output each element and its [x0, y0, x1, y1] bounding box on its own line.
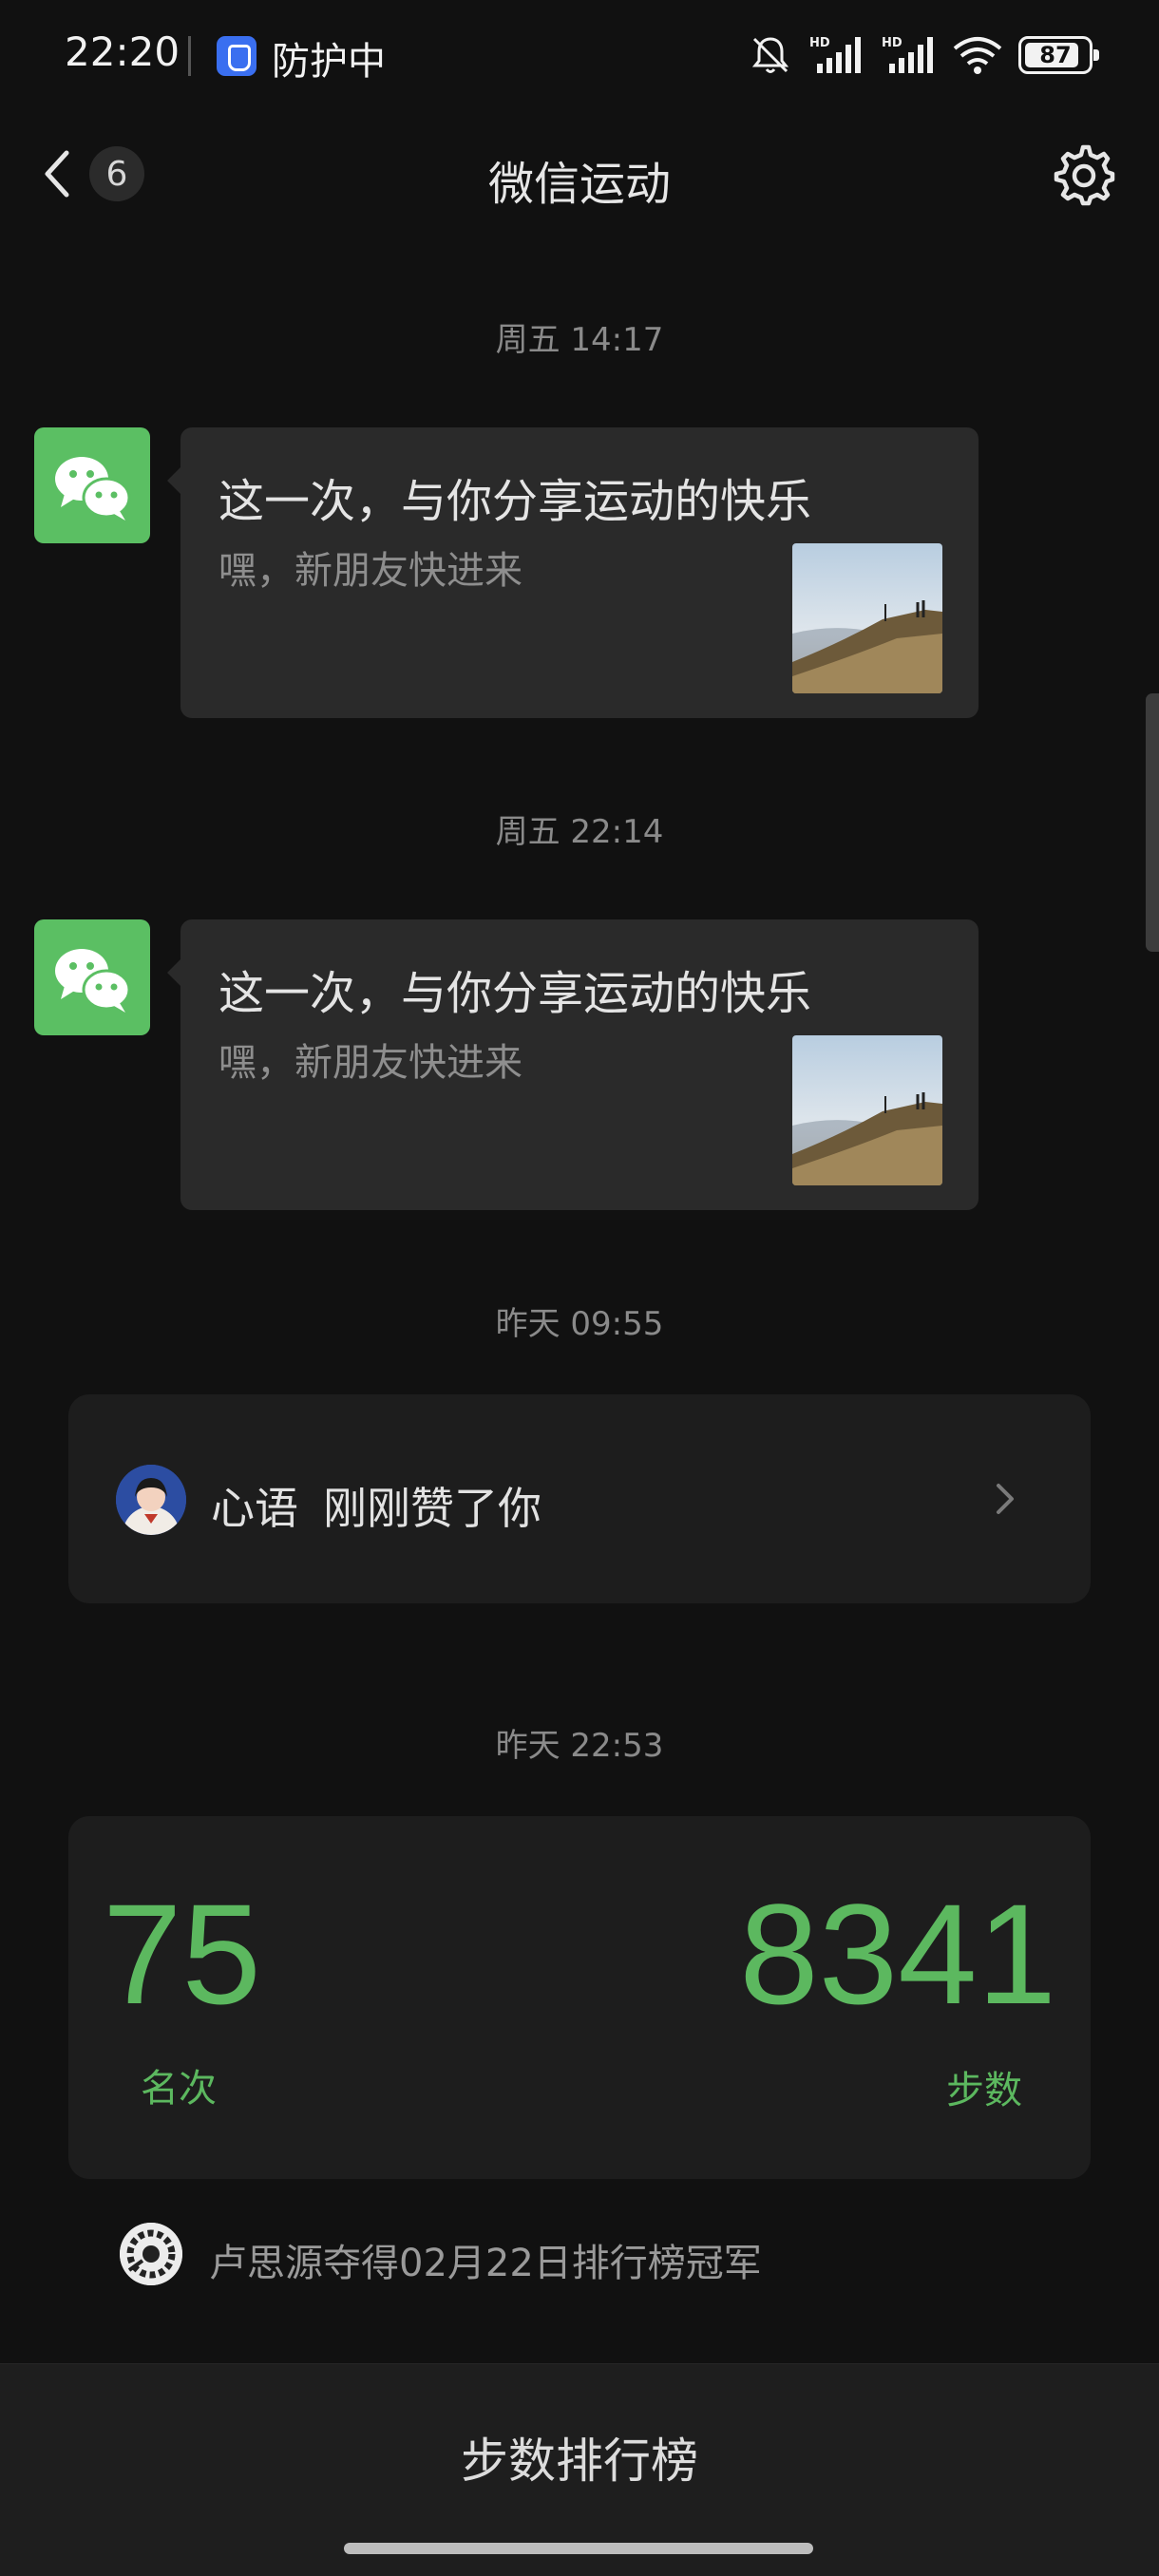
champion-row[interactable]: 卢思源夺得02月22日排行榜冠军 — [114, 2219, 1045, 2295]
steps-label: 步数 — [946, 2069, 1022, 2112]
hd-signal-icon: HD — [882, 36, 933, 73]
wechat-avatar[interactable] — [34, 427, 150, 543]
battery-level: 87 — [1039, 42, 1072, 68]
avatar — [120, 2223, 182, 2285]
rank-timestamp: 昨天 22:53 — [495, 1727, 664, 1765]
status-time: 22:20 — [65, 28, 180, 75]
message-timestamp: 周五 14:17 — [495, 321, 664, 359]
message-description: 嘿，新朋友快进来 — [218, 549, 522, 593]
champion-text: 卢思源夺得02月22日排行榜冠军 — [209, 2242, 762, 2285]
like-text: 刚刚赞了你 — [323, 1483, 542, 1534]
wechat-avatar[interactable] — [34, 919, 150, 1035]
message-title: 这一次，与你分享运动的快乐 — [218, 475, 812, 528]
page-title: 微信运动 — [487, 158, 671, 211]
step-rank-card[interactable]: 75 名次 8341 步数 — [68, 1816, 1091, 2179]
hiking-mountain-photo — [792, 543, 942, 693]
battery-icon: 87 — [1018, 36, 1099, 74]
shield-icon — [217, 36, 256, 76]
home-indicator[interactable] — [344, 2543, 813, 2554]
protect-status-label: 防护中 — [272, 40, 386, 84]
message-description: 嘿，新朋友快进来 — [218, 1041, 522, 1085]
hiking-mountain-photo — [792, 1035, 942, 1185]
like-notification-card[interactable]: 心语 刚刚赞了你 — [68, 1394, 1091, 1603]
share-message-card[interactable]: 这一次，与你分享运动的快乐 嘿，新朋友快进来 — [167, 427, 978, 718]
message-timestamp: 周五 22:14 — [495, 813, 664, 851]
hd-signal-icon: HD — [809, 36, 861, 73]
steps-value: 8341 — [739, 1874, 1056, 2034]
rank-label: 名次 — [141, 2067, 217, 2111]
status-divider — [188, 36, 191, 76]
svg-text:HD: HD — [882, 36, 902, 50]
message-title: 这一次，与你分享运动的快乐 — [218, 967, 812, 1020]
liker-name: 心语 — [211, 1483, 298, 1534]
status-icons: HD HD 87 — [749, 32, 1099, 78]
like-timestamp: 昨天 09:55 — [495, 1305, 664, 1343]
bottom-bar: 步数排行榜 — [0, 2363, 1159, 2576]
rank-value: 75 — [103, 1874, 261, 2034]
avatar — [116, 1465, 186, 1535]
step-leaderboard-button[interactable]: 步数排行榜 — [0, 2423, 1159, 2491]
settings-button[interactable] — [1051, 142, 1117, 209]
scrollbar[interactable] — [1146, 693, 1159, 952]
mute-bell-icon — [751, 37, 789, 73]
chevron-right-icon — [997, 1484, 1014, 1514]
nav-bar: 6 微信运动 — [0, 123, 1159, 228]
wifi-icon — [953, 37, 1002, 74]
wechat-icon — [55, 457, 131, 521]
share-message-card[interactable]: 这一次，与你分享运动的快乐 嘿，新朋友快进来 — [167, 919, 978, 1210]
wechat-sport-screen: 22:20 防护中 HD HD 87 6 微信运动 周五 14:17 这一次，与… — [0, 0, 1159, 2576]
wechat-icon — [55, 949, 131, 1013]
status-bar: 22:20 防护中 HD HD 87 — [0, 0, 1159, 114]
gear-icon — [1054, 144, 1115, 206]
svg-text:HD: HD — [809, 36, 830, 50]
